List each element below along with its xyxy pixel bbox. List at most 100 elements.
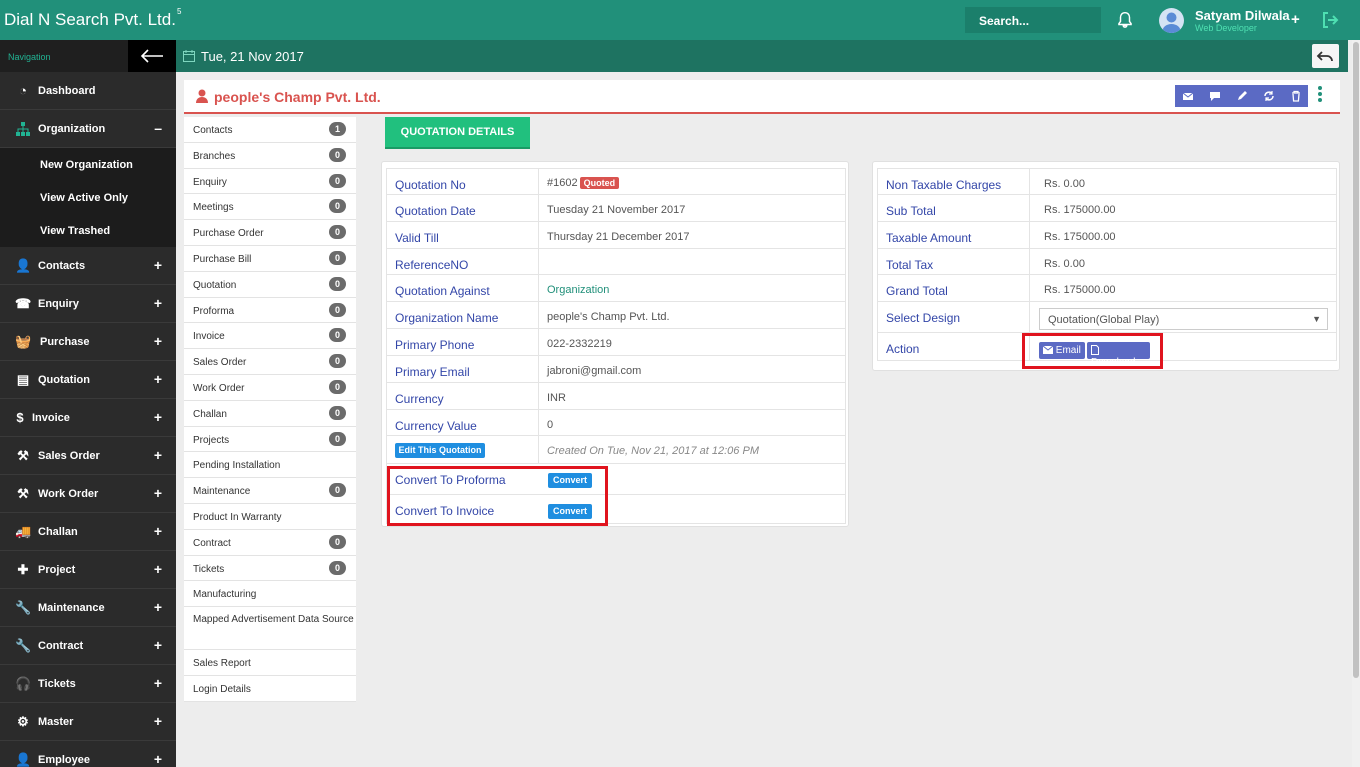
sidebar-item-contacts[interactable]: 👤 Contacts + — [0, 247, 176, 285]
expand-icon[interactable]: + — [154, 675, 162, 691]
list-item[interactable]: Tickets 0 — [184, 556, 356, 582]
related-list: Contacts 1 Branches 0 Enquiry 0 Meetings 0 P… — [184, 117, 356, 702]
created-note: Created On Tue, Nov 21, 2017 at 12:06 PM — [547, 445, 759, 457]
expand-icon[interactable]: + — [154, 561, 162, 577]
sidebar-toggle-button[interactable] — [128, 40, 176, 72]
expand-icon[interactable]: + — [154, 751, 162, 767]
expand-icon[interactable]: + — [154, 409, 162, 425]
more-options-icon[interactable] — [1318, 86, 1322, 104]
collapse-icon[interactable]: – — [154, 120, 162, 136]
search-input[interactable]: Search... — [965, 7, 1101, 33]
user-name[interactable]: Satyam Dilwala — [1195, 8, 1290, 23]
action-toolbar — [1175, 85, 1308, 107]
table-row: Grand Total Rs. 175000.00 — [877, 275, 1337, 302]
list-item[interactable]: Contacts 1 — [184, 117, 356, 143]
row-value: jabroni@gmail.com — [547, 365, 642, 377]
tab-quotation-details[interactable]: QUOTATION DETAILS — [385, 117, 530, 149]
brand-logo[interactable]: Dial N Search Pvt. Ltd.5 — [4, 7, 181, 30]
list-item[interactable]: Contract 0 — [184, 530, 356, 556]
expand-icon[interactable]: + — [154, 447, 162, 463]
cogs-icon: ⚙ — [17, 714, 29, 729]
sidebar-item-maintenance[interactable]: 🔧 Maintenance + — [0, 589, 176, 627]
sub-item-view-active[interactable]: View Active Only — [0, 181, 176, 214]
edit-quotation-button[interactable]: Edit This Quotation — [395, 443, 485, 458]
list-item[interactable]: Product In Warranty — [184, 504, 356, 530]
comment-icon[interactable] — [1207, 88, 1223, 104]
list-item[interactable]: Quotation 0 — [184, 272, 356, 298]
expand-icon[interactable]: + — [154, 485, 162, 501]
list-item[interactable]: Purchase Bill 0 — [184, 246, 356, 272]
list-item[interactable]: Work Order 0 — [184, 375, 356, 401]
sidebar-item-quotation[interactable]: ▤ Quotation + — [0, 361, 176, 399]
expand-icon[interactable]: + — [154, 599, 162, 615]
list-item[interactable]: Maintenance 0 — [184, 478, 356, 504]
row-label: Taxable Amount — [878, 222, 1030, 248]
row-label: Quotation Against — [387, 275, 539, 301]
expand-icon[interactable]: + — [154, 371, 162, 387]
list-item[interactable]: Manufacturing — [184, 581, 356, 608]
list-item[interactable]: Challan 0 — [184, 401, 356, 427]
list-item[interactable]: Proforma 0 — [184, 298, 356, 324]
logout-icon[interactable] — [1322, 12, 1339, 28]
list-item[interactable]: Projects 0 — [184, 427, 356, 453]
list-item[interactable]: Sales Order 0 — [184, 349, 356, 375]
list-item[interactable]: Enquiry 0 — [184, 169, 356, 195]
sidebar-item-master[interactable]: ⚙ Master + — [0, 703, 176, 741]
row-label: Total Tax — [878, 249, 1030, 274]
user-menu-plus-icon[interactable]: + — [1291, 11, 1300, 28]
expand-icon[interactable]: + — [154, 257, 162, 273]
sidebar-item-challan[interactable]: 🚚 Challan + — [0, 513, 176, 551]
wrench-icon: 🔧 — [15, 600, 32, 615]
truck-icon: 🚚 — [15, 524, 32, 539]
refresh-icon[interactable] — [1261, 88, 1277, 104]
scrollbar-thumb[interactable] — [1353, 42, 1359, 678]
table-row: Primary Phone 022-2332219 — [386, 329, 846, 356]
sidebar-item-invoice[interactable]: $ Invoice + — [0, 399, 176, 437]
list-item[interactable]: Invoice 0 — [184, 323, 356, 350]
sidebar-item-dashboard[interactable]: ◔ Dashboard — [0, 72, 176, 110]
list-item[interactable]: Branches 0 — [184, 143, 356, 169]
design-select[interactable]: Quotation(Global Play) ▼ — [1039, 308, 1328, 330]
sidebar-item-tickets[interactable]: 🎧 Tickets + — [0, 665, 176, 703]
row-label: Select Design — [878, 302, 1030, 332]
sub-item-new-organization[interactable]: New Organization — [0, 148, 176, 181]
document-icon: ▤ — [16, 372, 30, 387]
sidebar-item-label: Quotation — [38, 374, 90, 386]
sidebar-item-employee[interactable]: 👤 Employee + — [0, 741, 176, 767]
row-value[interactable]: Organization — [547, 284, 609, 296]
list-item[interactable]: Login Details — [184, 676, 356, 702]
expand-icon[interactable]: + — [154, 637, 162, 653]
puzzle-icon: ✚ — [17, 562, 29, 577]
list-item[interactable]: Pending Installation — [184, 452, 356, 479]
list-item[interactable]: Purchase Order 0 — [184, 220, 356, 246]
sub-item-view-trashed[interactable]: View Trashed — [0, 214, 176, 247]
envelope-icon[interactable] — [1180, 88, 1196, 104]
sidebar-item-enquiry[interactable]: ☎ Enquiry + — [0, 285, 176, 323]
list-item[interactable]: Sales Report — [184, 650, 356, 676]
sidebar-item-sales-order[interactable]: ⚒ Sales Order + — [0, 437, 176, 475]
expand-icon[interactable]: + — [154, 295, 162, 311]
table-row: Edit This Quotation Created On Tue, Nov … — [386, 436, 846, 464]
list-item[interactable]: Meetings 0 — [184, 194, 356, 221]
sidebar-item-purchase[interactable]: 🧺 Purchase + — [0, 323, 176, 361]
expand-icon[interactable]: + — [154, 333, 162, 349]
sidebar-item-project[interactable]: ✚ Project + — [0, 551, 176, 589]
row-value: Rs. 0.00 — [1044, 258, 1085, 270]
sidebar-item-work-order[interactable]: ⚒ Work Order + — [0, 475, 176, 513]
trash-icon[interactable] — [1288, 88, 1304, 104]
pencil-icon[interactable] — [1234, 88, 1250, 104]
count-badge: 0 — [329, 431, 346, 446]
bell-icon[interactable] — [1116, 11, 1134, 29]
list-item[interactable]: Mapped Advertisement Data Source — [184, 607, 356, 651]
page-scrollbar[interactable] — [1352, 40, 1360, 767]
back-button[interactable] — [1312, 44, 1339, 68]
row-label: Quotation Date — [387, 195, 539, 221]
expand-icon[interactable]: + — [154, 523, 162, 539]
sidebar-item-contract[interactable]: 🔧 Contract + — [0, 627, 176, 665]
expand-icon[interactable]: + — [154, 713, 162, 729]
sidebar-item-organization[interactable]: Organization – — [0, 110, 176, 148]
sidebar-item-label: Maintenance — [38, 602, 105, 614]
avatar[interactable] — [1159, 8, 1184, 33]
sidebar-item-label: Sales Order — [38, 450, 100, 462]
sidebar-item-label: Master — [38, 716, 74, 728]
